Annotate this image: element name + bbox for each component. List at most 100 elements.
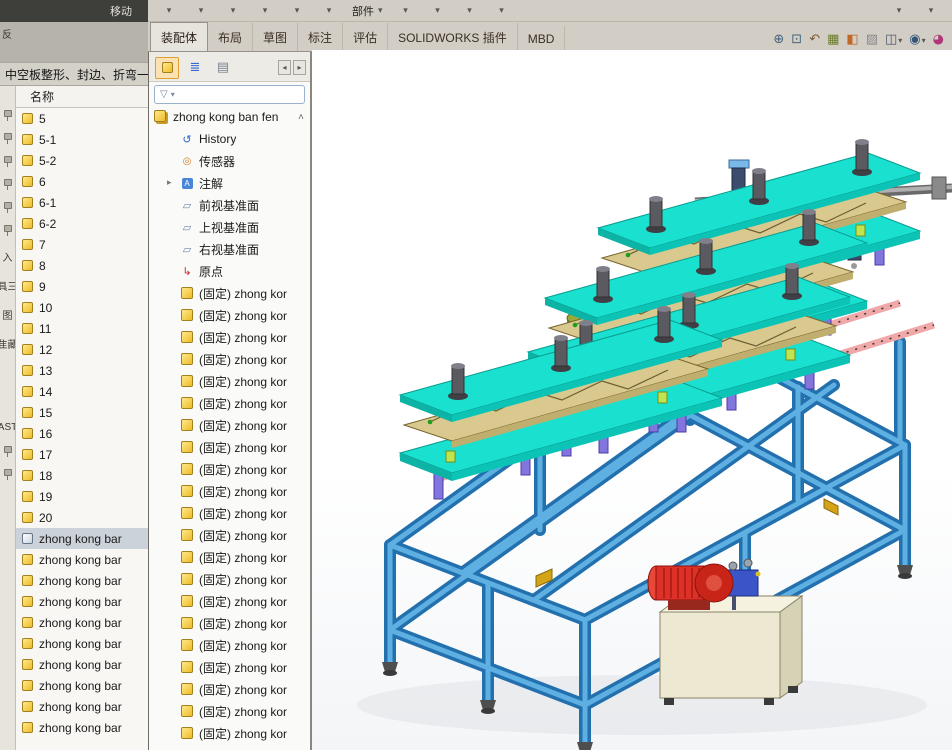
docked-panel-label[interactable]: 隹藏 [0, 336, 16, 351]
toolbar-dropdown[interactable] [314, 2, 344, 20]
feature-tree-component[interactable]: (固定) zhong kor [149, 458, 310, 480]
feature-tree-component[interactable]: (固定) zhong kor [149, 634, 310, 656]
pushpin-icon[interactable] [3, 225, 12, 236]
feature-tree-component[interactable]: (固定) zhong kor [149, 700, 310, 722]
appearance-ball-icon[interactable]: ◕ [933, 32, 944, 47]
feature-tree-item[interactable]: 前视基准面 [149, 194, 310, 216]
feature-tree-component[interactable]: (固定) zhong kor [149, 524, 310, 546]
ribbon-tab[interactable]: 草图 [253, 23, 298, 51]
toolbar-dropdown[interactable] [423, 2, 453, 20]
pushpin-icon[interactable] [3, 202, 12, 213]
pushpin-icon[interactable] [3, 469, 12, 480]
model-tree-item[interactable]: 8 [16, 255, 148, 276]
model-tree-item[interactable]: 5 [16, 108, 148, 129]
model-tree-item[interactable]: zhong kong bar [16, 675, 148, 696]
feature-tree-item[interactable]: 原点 [149, 260, 310, 282]
toolbar-dropdown[interactable] [154, 2, 184, 20]
pushpin-icon[interactable] [3, 133, 12, 144]
toolbar-dropdown[interactable] [916, 2, 946, 20]
previous-view-icon[interactable]: ↶ [809, 32, 820, 47]
display-style-icon[interactable]: ◫ [885, 32, 902, 47]
pushpin-icon[interactable] [3, 156, 12, 167]
ribbon-tab[interactable]: 装配体 [150, 22, 208, 51]
edit-appearance-icon[interactable]: ◧ [846, 32, 858, 47]
model-tree-item[interactable]: 14 [16, 381, 148, 402]
pager-right-button[interactable]: ▸ [293, 60, 306, 75]
model-tree-item[interactable]: 16 [16, 423, 148, 444]
model-tree-item[interactable]: zhong kong bar [16, 633, 148, 654]
pushpin-icon[interactable] [3, 179, 12, 190]
model-tree-item[interactable]: 6-2 [16, 213, 148, 234]
feature-tree-component[interactable]: (固定) zhong kor [149, 326, 310, 348]
model-tree-item[interactable]: 12 [16, 339, 148, 360]
model-tree-item[interactable]: zhong kong bar [16, 591, 148, 612]
feature-tree-component[interactable]: (固定) zhong kor [149, 414, 310, 436]
toolbar-dropdown[interactable] [455, 2, 485, 20]
model-tree-item[interactable]: 19 [16, 486, 148, 507]
name-column-header[interactable]: 名称 [16, 86, 148, 108]
zoom-fit-icon[interactable]: ⊕ [773, 32, 784, 47]
feature-tree-component[interactable]: (固定) zhong kor [149, 722, 310, 744]
model-tree-item[interactable]: 10 [16, 297, 148, 318]
model-tree-item[interactable]: 6 [16, 171, 148, 192]
model-tree-item[interactable]: zhong kong bar [16, 654, 148, 675]
docked-panel-label[interactable]: 具三 [0, 278, 16, 293]
feature-tree-item[interactable]: 上视基准面 [149, 216, 310, 238]
toolbar-dropdown[interactable] [391, 2, 421, 20]
model-tree-item[interactable]: 20 [16, 507, 148, 528]
scroll-up-button[interactable]: ˄ [298, 112, 310, 123]
toolbar-dropdown[interactable] [218, 2, 248, 20]
section-view-icon[interactable]: ▦ [827, 32, 839, 47]
feature-tree-item[interactable]: ▸ 注解 [149, 172, 310, 194]
ribbon-tab[interactable]: MBD [518, 26, 566, 51]
feature-tree-component[interactable]: (固定) zhong kor [149, 282, 310, 304]
model-tree-item[interactable]: zhong kong bar [16, 612, 148, 633]
feature-tree-component[interactable]: (固定) zhong kor [149, 370, 310, 392]
part-menu-button[interactable]: 部件 [346, 2, 389, 20]
tree-filter-input[interactable] [154, 85, 305, 104]
pushpin-icon[interactable] [3, 446, 12, 457]
model-tree-item[interactable]: 15 [16, 402, 148, 423]
toolbar-dropdown[interactable] [884, 2, 914, 20]
model-tree-item[interactable]: 7 [16, 234, 148, 255]
feature-tree-component[interactable]: (固定) zhong kor [149, 348, 310, 370]
feature-tree-component[interactable]: (固定) zhong kor [149, 546, 310, 568]
feature-tree-component[interactable]: (固定) zhong kor [149, 392, 310, 414]
model-tree-item[interactable]: zhong kong bar [16, 696, 148, 717]
feature-tree-root[interactable]: zhong kong ban fen ˄ [149, 106, 310, 128]
model-tree-item[interactable]: 11 [16, 318, 148, 339]
ribbon-tab[interactable]: 布局 [208, 23, 253, 51]
feature-tree-component[interactable]: (固定) zhong kor [149, 590, 310, 612]
ribbon-tab[interactable]: 标注 [298, 23, 343, 51]
model-tree-item[interactable]: 17 [16, 444, 148, 465]
tab-feature-tree[interactable] [155, 57, 179, 79]
ribbon-tab[interactable]: 评估 [343, 23, 388, 51]
model-tree-item[interactable]: 18 [16, 465, 148, 486]
toolbar-dropdown[interactable] [487, 2, 517, 20]
feature-tree-component[interactable]: (固定) zhong kor [149, 656, 310, 678]
feature-tree-component[interactable]: (固定) zhong kor [149, 678, 310, 700]
docked-panel-label[interactable]: 图 [3, 307, 13, 322]
apply-scene-icon[interactable]: ▨ [866, 32, 878, 47]
tab-configurations[interactable]: ▤ [211, 57, 235, 79]
feature-tree-item[interactable]: 右视基准面 [149, 238, 310, 260]
docked-panel-label[interactable]: 入 [3, 249, 13, 264]
pager-left-button[interactable]: ◂ [278, 60, 291, 75]
model-tree-item[interactable]: 5-2 [16, 150, 148, 171]
model-tree-item[interactable]: 9 [16, 276, 148, 297]
expand-arrow-icon[interactable]: ▸ [167, 178, 175, 188]
model-tree-item[interactable]: zhong kong bar [16, 528, 148, 549]
hide-show-icon[interactable]: ◉ [909, 32, 925, 47]
docked-panel-label[interactable]: AST [0, 422, 16, 433]
model-tree-item[interactable]: 13 [16, 360, 148, 381]
ribbon-tab[interactable]: SOLIDWORKS 插件 [388, 23, 518, 51]
model-tree-item[interactable]: 5-1 [16, 129, 148, 150]
zoom-area-icon[interactable]: ⊡ [791, 32, 802, 47]
toolbar-dropdown[interactable] [282, 2, 312, 20]
model-tree-item[interactable]: 6-1 [16, 192, 148, 213]
feature-tree-component[interactable]: (固定) zhong kor [149, 480, 310, 502]
model-tree-item[interactable]: zhong kong bar [16, 717, 148, 738]
pushpin-icon[interactable] [3, 110, 12, 121]
model-tree-item[interactable]: zhong kong bar [16, 549, 148, 570]
feature-tree-item[interactable]: 传感器 [149, 150, 310, 172]
